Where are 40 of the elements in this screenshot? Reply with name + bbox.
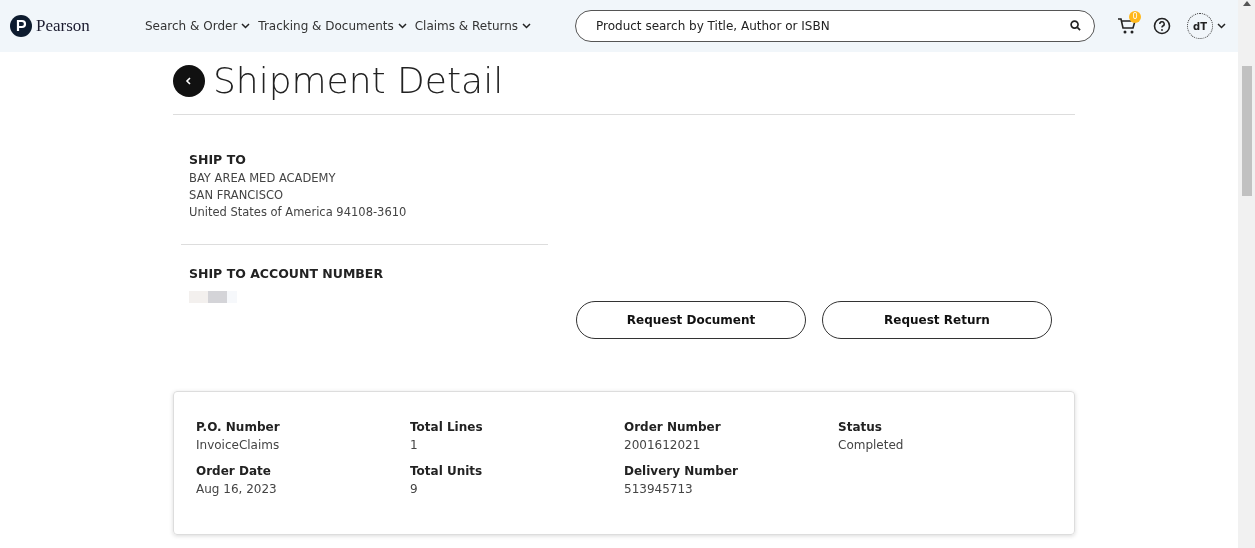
nav-menu[interactable]: Tracking & Documents (258, 17, 407, 35)
back-icon[interactable] (173, 65, 205, 97)
search-icon[interactable] (1070, 20, 1081, 31)
field-value: InvoiceClaims (196, 437, 281, 454)
field-value: 1 (410, 437, 419, 454)
chevron-down-icon (522, 23, 532, 29)
field-value: Aug 16, 2023 (196, 481, 278, 498)
field-label: Total Lines (410, 419, 484, 436)
nav-menu[interactable]: Search & Order (145, 17, 251, 35)
field-value: Completed (838, 437, 905, 454)
action-button[interactable]: Request Document (576, 301, 806, 339)
cart-icon[interactable] (1117, 17, 1137, 36)
help-icon[interactable] (1153, 17, 1171, 35)
chevron-down-icon[interactable] (1217, 23, 1226, 29)
field-label: Order Date (196, 463, 272, 480)
address-line: SAN FRANCISCO (189, 187, 285, 204)
scrollbar-thumb[interactable] (1241, 66, 1252, 196)
section-heading: SHIP TO ACCOUNT NUMBER (189, 264, 384, 283)
chevron-down-icon (241, 23, 251, 29)
field-value: 9 (410, 481, 419, 498)
nav-menu[interactable]: Claims & Returns (414, 17, 532, 35)
logo-icon (10, 15, 32, 37)
field-label: Status (838, 419, 883, 436)
cart-count-badge: 0 (1129, 10, 1141, 23)
page-title: Shipment Detail (213, 59, 504, 103)
scroll-up-icon[interactable] (1242, 0, 1251, 6)
field-label: Total Units (410, 463, 484, 480)
search-field[interactable]: Product search by Title, Author or ISBN (575, 10, 1095, 42)
redacted-mark (189, 291, 237, 304)
logo-text[interactable]: Pearson (36, 13, 90, 39)
field-label: Delivery Number (624, 463, 739, 480)
section-heading: SHIP TO (189, 151, 247, 169)
action-button[interactable]: Request Return (822, 301, 1052, 339)
field-value: 513945713 (624, 481, 694, 498)
field-label: P.O. Number (196, 419, 281, 436)
chevron-down-icon (397, 23, 407, 29)
field-value: 2001612021 (624, 437, 702, 454)
address-line: BAY AREA MED ACADEMY (189, 169, 337, 187)
address-line: United States of America 94108-3610 (189, 204, 408, 222)
field-label: Order Number (624, 419, 722, 436)
